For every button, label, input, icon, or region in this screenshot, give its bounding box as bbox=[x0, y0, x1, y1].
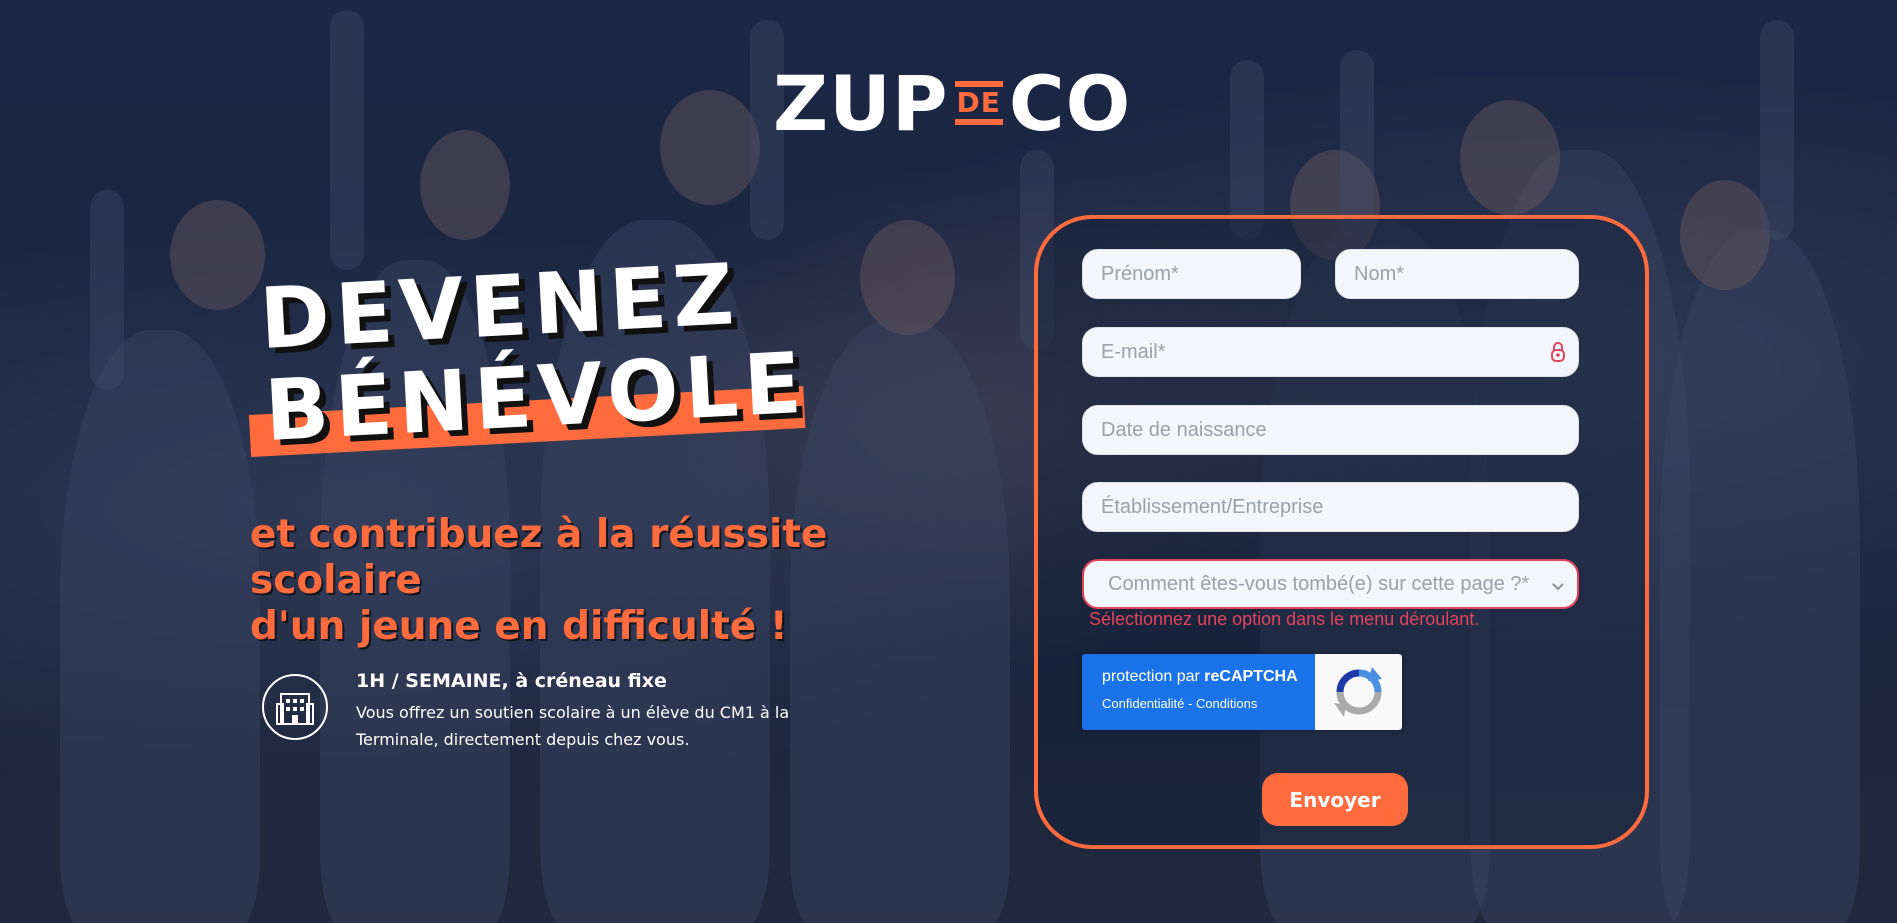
recaptcha-links[interactable]: Confidentialité - Conditions bbox=[1102, 696, 1315, 711]
birthdate-input[interactable]: Date de naissance bbox=[1082, 405, 1579, 455]
recaptcha-brand: reCAPTCHA bbox=[1204, 668, 1298, 685]
hero-subtitle-line1: et contribuez à la réussite scolaire bbox=[250, 512, 828, 603]
email-input[interactable]: E-mail* bbox=[1082, 327, 1579, 377]
recaptcha-label: protection par reCAPTCHA bbox=[1102, 668, 1315, 686]
logo-text-co: CO bbox=[1008, 58, 1132, 148]
recaptcha-text: protection par reCAPTCHA Confidentialité… bbox=[1082, 654, 1315, 730]
recaptcha-logo-icon bbox=[1315, 654, 1402, 730]
email-placeholder: E-mail* bbox=[1101, 340, 1166, 363]
zupdeco-logo[interactable]: ZUP DE CO bbox=[773, 59, 1131, 148]
source-error-message: Sélectionnez une option dans le menu dér… bbox=[1089, 609, 1480, 629]
logo-text-zup: ZUP bbox=[773, 58, 949, 148]
submit-button[interactable]: Envoyer bbox=[1262, 773, 1408, 826]
hero-subtitle: et contribuez à la réussite scolaire d'u… bbox=[250, 512, 1010, 650]
building-icon bbox=[262, 674, 328, 740]
signup-form bbox=[1034, 215, 1649, 849]
lock-icon bbox=[1550, 341, 1566, 369]
company-input[interactable]: Établissement/Entreprise bbox=[1082, 482, 1579, 532]
logo-text-de: DE bbox=[954, 81, 1003, 125]
recaptcha-prefix: protection par bbox=[1102, 668, 1205, 685]
hero-subtitle-line2: d'un jeune en difficulté ! bbox=[250, 604, 788, 649]
source-select[interactable]: Comment êtes-vous tombé(e) sur cette pag… bbox=[1082, 559, 1579, 609]
firstname-input[interactable]: Prénom* bbox=[1082, 249, 1301, 299]
source-select-placeholder: Comment êtes-vous tombé(e) sur cette pag… bbox=[1108, 572, 1530, 595]
recaptcha-badge[interactable]: protection par reCAPTCHA Confidentialité… bbox=[1082, 654, 1402, 730]
lastname-input[interactable]: Nom* bbox=[1335, 249, 1579, 299]
feature-description: Vous offrez un soutien scolaire à un élè… bbox=[356, 703, 790, 749]
feature-title: 1H / SEMAINE, à créneau fixe bbox=[356, 670, 667, 692]
chevron-down-icon bbox=[1551, 577, 1565, 600]
